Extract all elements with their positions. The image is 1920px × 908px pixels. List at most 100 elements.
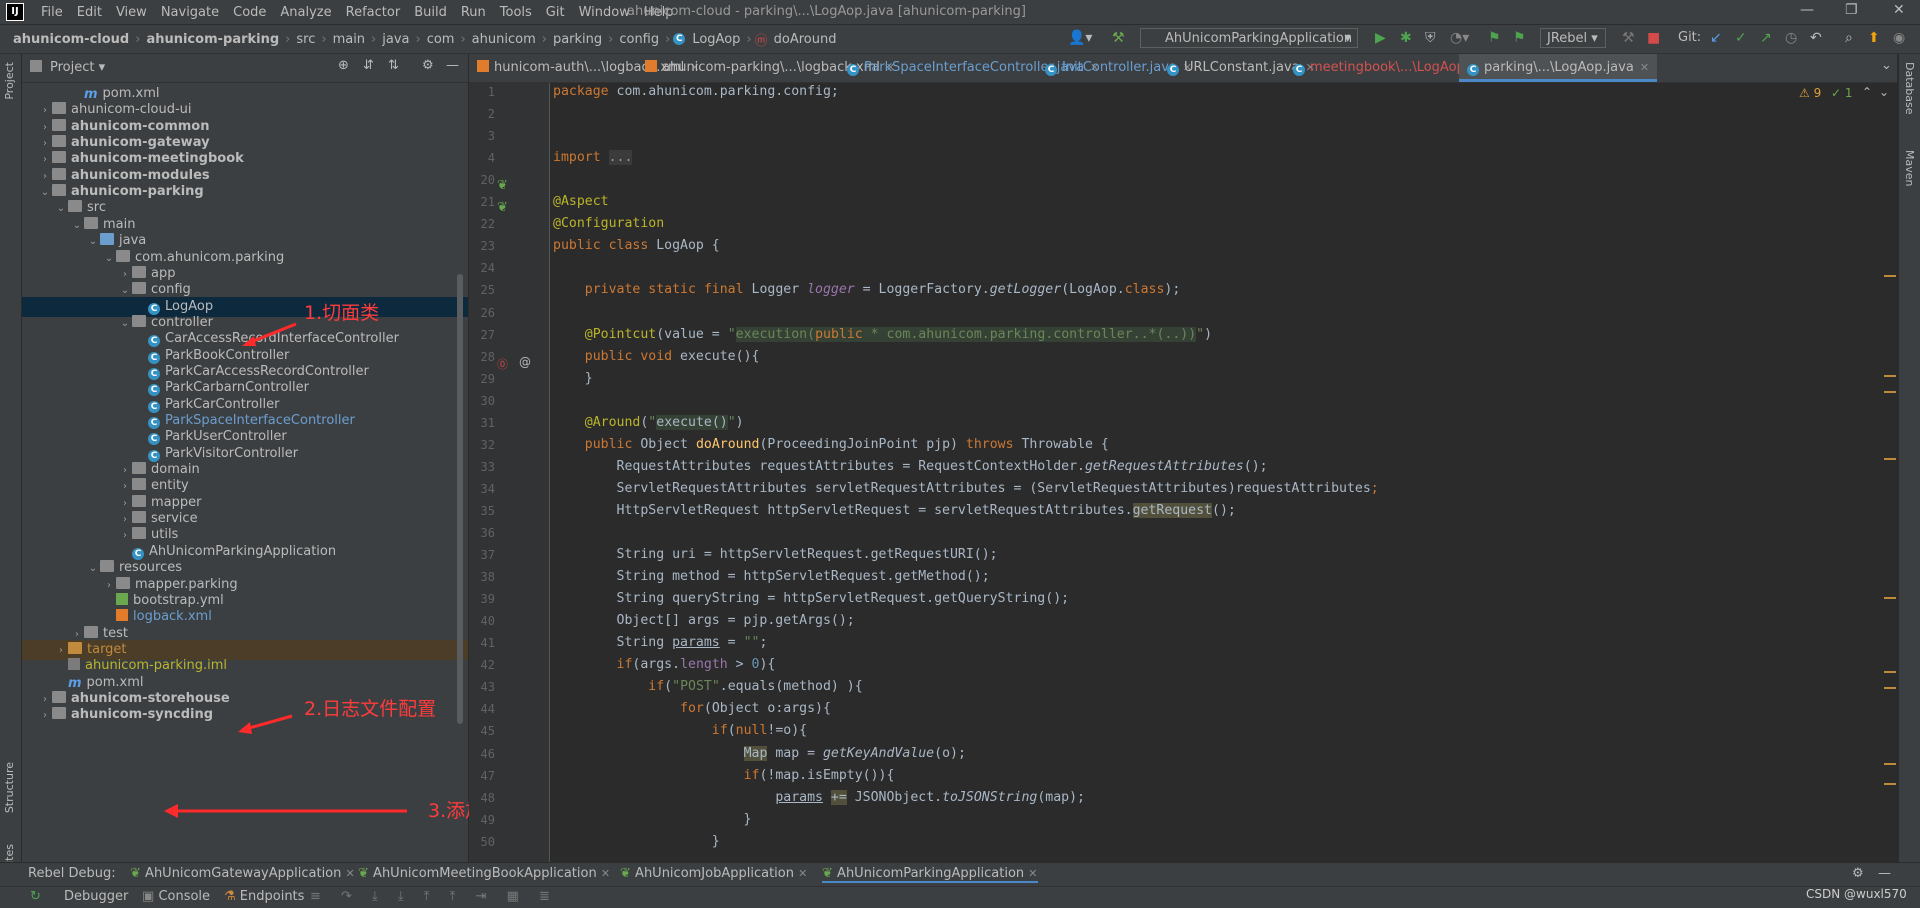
debugger-tab[interactable]: Debugger — [64, 889, 128, 904]
tree-scrollbar[interactable] — [457, 274, 463, 724]
code-line[interactable]: public void execute(){ — [553, 349, 760, 364]
code-line[interactable]: for(Object o:args){ — [553, 701, 831, 716]
git-commit-icon[interactable]: ✓ — [1735, 30, 1747, 46]
tab-list-icon[interactable]: ⌄ — [1881, 58, 1892, 73]
build-hammer-icon[interactable]: ⚒ — [1112, 30, 1125, 46]
code-line[interactable]: params += JSONObject.toJSONString(map); — [553, 789, 1085, 805]
code-line[interactable]: } — [553, 371, 593, 386]
editor-scroll-markers[interactable] — [1884, 83, 1897, 862]
attach-icon[interactable]: ⚒ — [1622, 30, 1635, 46]
code-line[interactable]: if(!map.isEmpty()){ — [553, 768, 895, 783]
restore-icon[interactable]: ❐ — [1845, 2, 1858, 18]
expand-arrow-icon[interactable]: › — [38, 706, 52, 726]
breadcrumb-item[interactable]: LogAop — [689, 32, 743, 47]
run-icon[interactable]: ▶ — [1375, 30, 1386, 46]
project-view-select[interactable]: Project ▾ — [50, 60, 105, 75]
expand-all-icon[interactable]: ⇵ — [363, 58, 374, 73]
search-icon[interactable]: ⌕ — [1845, 30, 1853, 46]
locate-icon[interactable]: ⊕ — [338, 58, 349, 73]
code-line[interactable]: Map map = getKeyAndValue(o); — [553, 745, 966, 761]
menu-edit[interactable]: Edit — [70, 5, 109, 20]
code-line[interactable]: @Aspect — [553, 194, 609, 209]
project-tool-tab[interactable]: Project — [3, 62, 16, 100]
jrebel-debug-icon[interactable]: ⚑ — [1513, 30, 1526, 46]
database-tool-tab[interactable]: Database — [1903, 62, 1916, 115]
bottom-settings-icon[interactable]: ⚙ — [1852, 866, 1864, 881]
console-tab[interactable]: ▣ Console — [142, 889, 210, 904]
breadcrumb-item[interactable]: com — [424, 32, 458, 47]
editor-tab[interactable]: Cparking\...\LogAop.java ✕ — [1459, 54, 1658, 82]
code-line[interactable]: public Object doAround(ProceedingJoinPoi… — [553, 437, 1109, 452]
code-line[interactable]: } — [553, 812, 752, 827]
code-line[interactable]: String params = ""; — [553, 635, 768, 650]
run-config-select[interactable]: AhUnicomParkingApplication ▾ — [1140, 28, 1358, 48]
code-line[interactable]: package com.ahunicom.parking.config; — [553, 84, 839, 99]
jrebel-select[interactable]: JRebel ▾ — [1540, 28, 1606, 48]
hide-panel-icon[interactable]: — — [446, 58, 459, 73]
code-line[interactable]: if("POST".equals(method) ){ — [553, 679, 862, 694]
prev-highlight-icon[interactable]: ⌃ — [1862, 85, 1872, 99]
menu-run[interactable]: Run — [454, 5, 493, 20]
code-line[interactable]: import ... — [553, 150, 633, 166]
breadcrumb-item[interactable]: doAround — [771, 32, 840, 47]
menu-code[interactable]: Code — [226, 5, 273, 20]
debug-tab-job[interactable]: ❦ AhUnicomJobApplication ✕ — [620, 866, 807, 881]
bean-gutter-icon[interactable]: ❦ — [497, 178, 508, 193]
code-line[interactable]: if(null!=o){ — [553, 723, 807, 738]
code-line[interactable]: private static final Logger logger = Log… — [553, 282, 1181, 297]
step-controls[interactable]: ≡ ↷ ⤓ ⤓ ⤒ ⤒ ⇥ ▦ ≣ — [310, 889, 558, 904]
git-history-icon[interactable]: ◷ — [1785, 30, 1797, 46]
rerun-icon[interactable]: ↻ — [30, 889, 41, 904]
update-icon[interactable]: ⬆ — [1868, 30, 1880, 46]
code-line[interactable]: HttpServletRequest httpServletRequest = … — [553, 502, 1236, 518]
menu-navigate[interactable]: Navigate — [154, 5, 226, 20]
code-line[interactable]: String uri = httpServletRequest.getReque… — [553, 547, 998, 562]
coverage-icon[interactable]: ⛨ — [1425, 30, 1436, 46]
menu-view[interactable]: View — [109, 5, 154, 20]
maven-tool-tab[interactable]: Maven — [1903, 150, 1916, 186]
rollback-icon[interactable]: ↶ — [1810, 30, 1822, 46]
code-line[interactable]: Object[] args = pjp.getArgs(); — [553, 613, 855, 628]
checks-indicator[interactable]: ✓ 1 — [1831, 86, 1853, 100]
debug-tab-parking[interactable]: ❦ AhUnicomParkingApplication ✕ — [822, 866, 1038, 883]
breadcrumb-item[interactable]: ahunicom — [469, 32, 539, 47]
breadcrumb-item[interactable]: parking — [550, 32, 605, 47]
git-push-icon[interactable]: ↗ — [1760, 30, 1772, 46]
menu-tools[interactable]: Tools — [493, 5, 539, 20]
menu-refactor[interactable]: Refactor — [339, 5, 408, 20]
settings-icon[interactable]: ◉ — [1893, 30, 1905, 46]
menu-file[interactable]: File — [34, 5, 70, 20]
breadcrumb-item[interactable]: ahunicom-parking — [143, 32, 282, 47]
user-icon[interactable]: 👤▾ — [1068, 30, 1092, 46]
git-update-icon[interactable]: ↙ — [1710, 30, 1722, 46]
code-line[interactable]: @Configuration — [553, 216, 664, 231]
breadcrumb-item[interactable]: config — [616, 32, 662, 47]
code-line[interactable]: String method = httpServletRequest.getMe… — [553, 569, 990, 584]
structure-tool-tab[interactable]: Structure — [3, 762, 16, 813]
code-line[interactable]: ServletRequestAttributes servletRequestA… — [553, 481, 1379, 496]
annotation-gutter-icon[interactable]: @ — [519, 355, 531, 369]
code-line[interactable]: String queryString = httpServletRequest.… — [553, 591, 1070, 606]
aop-gutter-icon[interactable]: ⓪ — [497, 356, 508, 372]
code-editor[interactable]: 1 2 3 4 20 21 22 23 24 25 26 27 28 29 30 31 32 33 34 35 36 37… — [469, 83, 1897, 862]
debug-tab-gateway[interactable]: ❦ AhUnicomGatewayApplication ✕ — [130, 866, 355, 881]
debug-tab-meetingbook[interactable]: ❦ AhUnicomMeetingBookApplication ✕ — [358, 866, 610, 881]
endpoints-tab[interactable]: ⚗ Endpoints — [224, 889, 304, 904]
code-line[interactable]: @Around("execute()") — [553, 414, 744, 430]
code-line[interactable]: @Pointcut(value = "execution(public * co… — [553, 326, 1212, 342]
minimize-icon[interactable]: — — [1800, 2, 1814, 18]
profile-icon[interactable]: ◔▾ — [1450, 30, 1469, 46]
jrebel-run-icon[interactable]: ⚑ — [1488, 30, 1501, 46]
warnings-indicator[interactable]: ⚠ 9 — [1799, 86, 1821, 100]
breadcrumb-item[interactable]: ahunicom-cloud — [10, 32, 132, 47]
code-line[interactable]: public class LogAop { — [553, 238, 720, 253]
menu-build[interactable]: Build — [407, 5, 454, 20]
bean-gutter-icon-2[interactable]: ❦ — [497, 200, 508, 215]
code-line[interactable]: RequestAttributes requestAttributes = Re… — [553, 459, 1268, 474]
code-line[interactable]: if(args.length > 0){ — [553, 657, 776, 672]
close-icon[interactable]: ✕ — [1893, 2, 1905, 18]
bottom-hide-icon[interactable]: — — [1878, 866, 1891, 881]
menu-git[interactable]: Git — [539, 5, 572, 20]
menu-analyze[interactable]: Analyze — [273, 5, 338, 20]
debug-icon[interactable]: ✱ — [1400, 30, 1412, 46]
